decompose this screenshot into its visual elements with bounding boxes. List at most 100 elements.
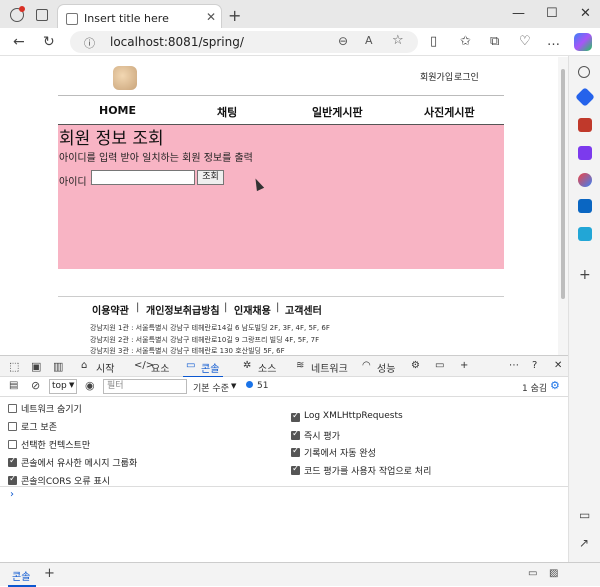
- home-icon[interactable]: ⌂: [81, 360, 87, 371]
- checkbox-selected-context[interactable]: [8, 440, 17, 449]
- url-field[interactable]: ⓘ localhost:8081/spring/ ⊖ A ☆: [70, 31, 418, 53]
- menu-photo-board[interactable]: 사진게시판: [424, 104, 475, 120]
- level-select[interactable]: 기본 수준: [193, 381, 229, 394]
- checkbox-group-similar[interactable]: [8, 456, 17, 467]
- footer-separator: |: [136, 302, 140, 313]
- menu-home[interactable]: HOME: [99, 104, 136, 117]
- more-icon[interactable]: …: [547, 34, 560, 49]
- collections-icon[interactable]: ⧉: [490, 34, 499, 49]
- logo[interactable]: [113, 66, 137, 90]
- eye-icon[interactable]: ◉: [85, 379, 95, 392]
- menu-chat[interactable]: 채팅: [217, 104, 237, 120]
- close-devtools-icon[interactable]: ✕: [554, 360, 562, 371]
- id-label: 아이디 :: [59, 177, 94, 188]
- console-icon[interactable]: ▭: [186, 360, 195, 371]
- more-tools-icon[interactable]: +: [460, 360, 468, 371]
- eager-eval-label: 즉시 평가: [304, 432, 340, 442]
- footer-separator: |: [224, 302, 228, 313]
- games-icon[interactable]: [578, 146, 592, 160]
- issues-count[interactable]: 1 숨김: [522, 381, 547, 394]
- dock-icon[interactable]: ▥: [53, 360, 63, 373]
- signup-link[interactable]: 회원가입: [420, 70, 453, 83]
- footer-careers[interactable]: 인재채용: [234, 302, 271, 317]
- image-icon[interactable]: ▨: [549, 568, 558, 579]
- gauge-icon[interactable]: ◠: [362, 360, 371, 371]
- back-icon[interactable]: ←: [13, 34, 25, 50]
- close-tab-icon[interactable]: ✕: [206, 10, 216, 24]
- tab-title: Insert title here: [84, 12, 169, 25]
- tab-sources[interactable]: 소스: [258, 360, 276, 375]
- section-title: 회원 정보 조회: [59, 129, 164, 149]
- read-aloud-icon[interactable]: A: [365, 34, 373, 47]
- tab-console[interactable]: 콘솔: [201, 360, 219, 375]
- screencast-icon[interactable]: ▭: [528, 568, 537, 579]
- console-prompt[interactable]: ›: [10, 489, 14, 500]
- add-sidebar-icon[interactable]: +: [579, 267, 591, 283]
- url-text: localhost:8081/spring/: [110, 35, 244, 49]
- split-screen-icon[interactable]: ▯: [430, 34, 437, 49]
- edge-sidebar: + ▭ ↗ ⚙: [568, 56, 600, 586]
- menu-board[interactable]: 일반게시판: [312, 104, 363, 120]
- tab-performance[interactable]: 성능: [377, 360, 395, 375]
- tab-elements[interactable]: 요소: [151, 360, 169, 375]
- inspect-icon[interactable]: ⬚: [9, 360, 19, 373]
- page-scrollbar[interactable]: [558, 57, 568, 355]
- minimize-icon[interactable]: —: [512, 6, 525, 21]
- wifi-icon[interactable]: ≋: [296, 360, 304, 371]
- maximize-icon[interactable]: ☐: [546, 6, 558, 21]
- devtools-tabbar: ⬚ ▣ ▥ ⌂ 시작 </> 요소 ▭ 콘솔 ✲ 소스 ≋ 네트워크 ◠ 성능 …: [0, 355, 568, 378]
- favorite-icon[interactable]: ☆: [392, 33, 404, 48]
- id-input[interactable]: [91, 170, 195, 185]
- panel-icon[interactable]: ▭: [435, 360, 444, 371]
- sidebar-panel-icon[interactable]: ▭: [579, 508, 590, 522]
- checkbox-preserve-log[interactable]: [8, 422, 17, 431]
- m365-icon[interactable]: [578, 173, 592, 187]
- user-activation-label: 코드 평가를 사용자 작업으로 처리: [304, 467, 432, 477]
- clear-console-icon[interactable]: ⊘: [31, 379, 40, 392]
- checkbox-log-xhr[interactable]: [291, 411, 300, 422]
- refresh-icon[interactable]: ↻: [43, 34, 55, 50]
- sidebar-toggle-icon[interactable]: ▤: [9, 380, 18, 391]
- checkbox-eager-eval[interactable]: [291, 429, 300, 440]
- tag-icon[interactable]: [575, 87, 595, 107]
- console-settings-icon[interactable]: ⚙: [550, 379, 560, 392]
- footer-support[interactable]: 고객센터: [285, 302, 322, 317]
- drawer-add-button[interactable]: +: [44, 566, 55, 581]
- device-icon[interactable]: ▣: [31, 360, 41, 373]
- tab-actions-icon[interactable]: [36, 9, 48, 21]
- search-icon[interactable]: [578, 66, 590, 78]
- bug-icon[interactable]: ✲: [243, 360, 251, 371]
- performance-icon[interactable]: ♡: [519, 34, 531, 49]
- footer-privacy[interactable]: 개인정보취급방침: [146, 302, 220, 317]
- divider: [0, 486, 568, 487]
- close-window-icon[interactable]: ✕: [580, 6, 591, 21]
- search-button[interactable]: 조회: [197, 170, 224, 185]
- tab-network[interactable]: 네트워크: [311, 360, 348, 375]
- zoom-icon[interactable]: ⊖: [338, 34, 348, 48]
- copilot-icon[interactable]: [574, 33, 592, 51]
- scroll-thumb[interactable]: [561, 69, 565, 299]
- open-external-icon[interactable]: ↗: [579, 536, 589, 550]
- login-link[interactable]: 로그인: [454, 70, 479, 83]
- filter-input[interactable]: 필터: [103, 379, 187, 394]
- help-icon[interactable]: ?: [532, 360, 537, 371]
- drawer-tab-console[interactable]: 콘솔: [12, 568, 30, 583]
- tab-welcome[interactable]: 시작: [96, 360, 114, 375]
- settings-icon[interactable]: ⚙: [411, 360, 420, 371]
- favorites-icon[interactable]: ✩: [460, 34, 471, 49]
- message-icon: [246, 381, 253, 388]
- footer-terms[interactable]: 이용약관: [92, 302, 129, 317]
- drop-icon[interactable]: [578, 227, 592, 241]
- menu-icon[interactable]: ⋯: [509, 360, 519, 371]
- checkbox-hide-network[interactable]: [8, 404, 17, 413]
- checkbox-autocomplete[interactable]: [291, 446, 300, 457]
- group-similar-label: 콘솔에서 유사한 메시지 그룹화: [21, 459, 138, 469]
- tools-icon[interactable]: [578, 118, 592, 132]
- preserve-log-label: 로그 보존: [21, 423, 57, 433]
- new-tab-button[interactable]: +: [228, 6, 241, 25]
- checkbox-user-activation[interactable]: [291, 464, 300, 475]
- info-icon[interactable]: ⓘ: [84, 35, 95, 51]
- checkbox-cors-errors[interactable]: [8, 474, 17, 485]
- notification-dot: [19, 6, 25, 12]
- outlook-icon[interactable]: [578, 199, 592, 213]
